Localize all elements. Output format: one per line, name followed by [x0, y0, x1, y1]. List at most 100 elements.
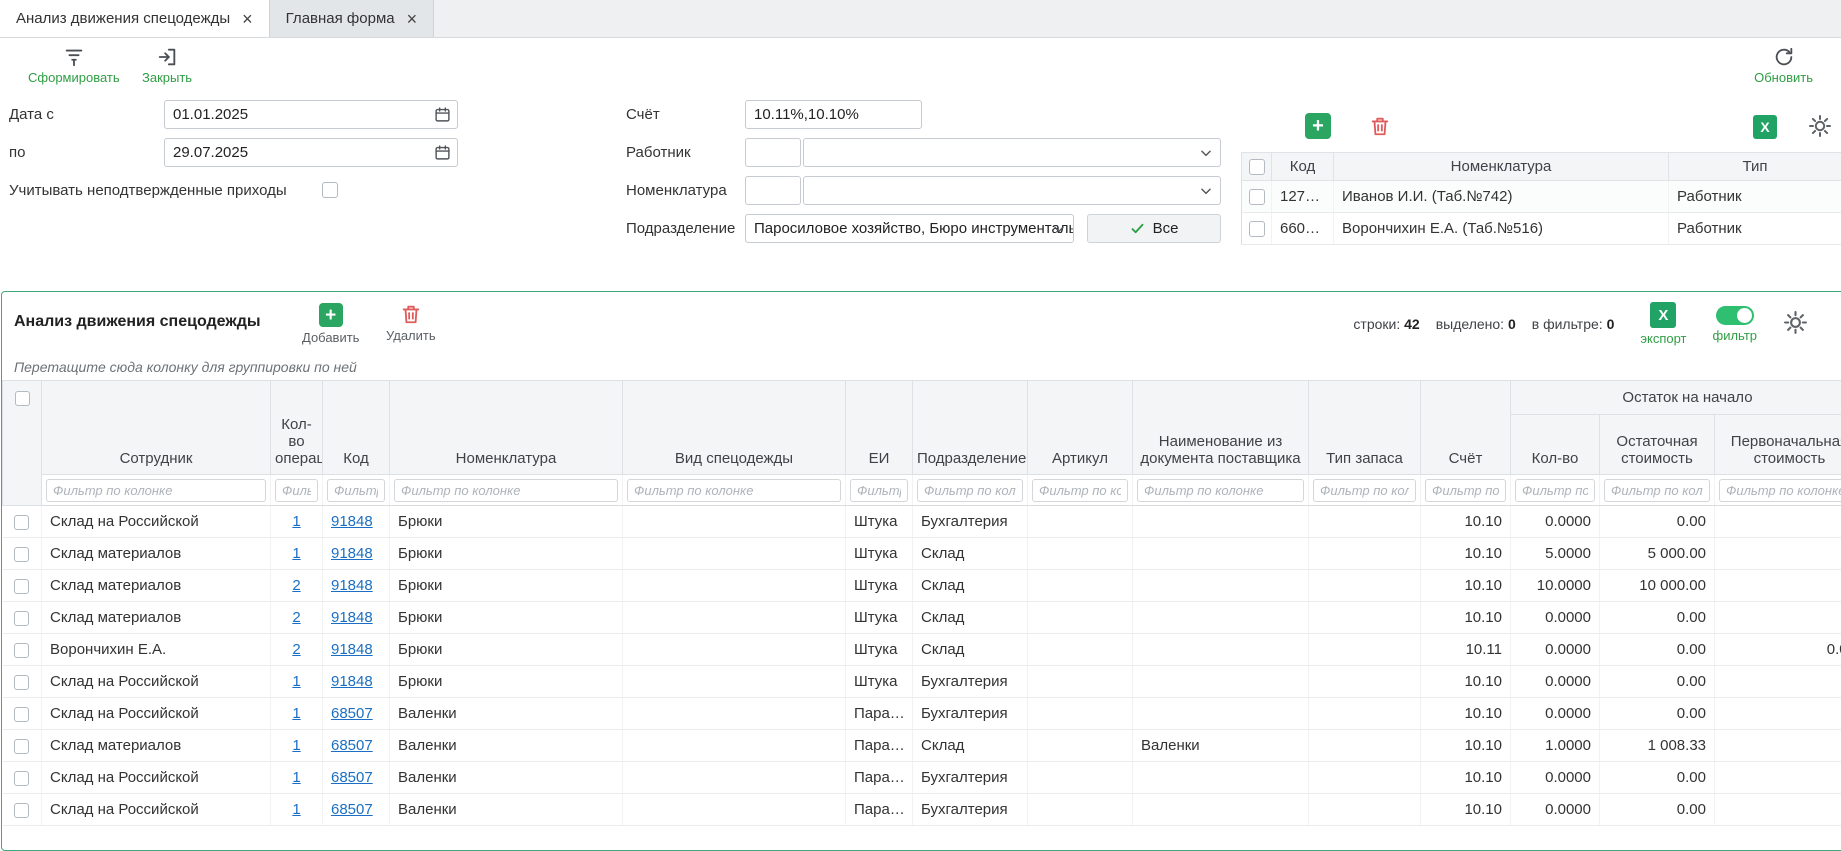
nomenclature-code-input[interactable] — [746, 177, 800, 204]
add-button[interactable]: + — [1305, 113, 1331, 139]
department-select[interactable]: Паросиловое хозяйство, Бюро инструментал… — [745, 214, 1074, 243]
nomenclature-select[interactable] — [803, 176, 1221, 205]
column-header-qty[interactable]: Кол-во — [1511, 415, 1600, 475]
operations-count-link[interactable]: 1 — [292, 545, 300, 562]
tab-main-form[interactable]: Главная форма × — [270, 0, 434, 37]
column-header-nomenclature[interactable]: Номенклатура — [390, 381, 623, 475]
date-from-input[interactable] — [164, 100, 458, 129]
code-link[interactable]: 91848 — [331, 673, 373, 690]
worker-input[interactable] — [804, 139, 1190, 166]
code-link[interactable]: 91848 — [331, 513, 373, 530]
row-checkbox[interactable] — [14, 739, 29, 754]
column-filter-input[interactable] — [1313, 479, 1416, 502]
column-filter-input[interactable] — [850, 479, 908, 502]
column-filter-input[interactable] — [627, 479, 841, 502]
code-link[interactable]: 68507 — [331, 705, 373, 722]
worker-code-input[interactable] — [746, 139, 800, 166]
toggle-on-icon[interactable] — [1716, 306, 1754, 325]
column-filter-input[interactable] — [327, 479, 385, 502]
column-header-stock-type[interactable]: Тип запаса — [1309, 381, 1421, 475]
row-checkbox[interactable] — [14, 803, 29, 818]
column-filter-input[interactable] — [1604, 479, 1710, 502]
code-link[interactable]: 91848 — [331, 545, 373, 562]
row-checkbox[interactable] — [14, 707, 29, 722]
operations-count-link[interactable]: 2 — [292, 609, 300, 626]
grid-delete-button[interactable]: Удалить — [386, 303, 436, 343]
column-header-code[interactable]: Код — [323, 381, 390, 475]
code-link[interactable]: 91848 — [331, 577, 373, 594]
column-header-initial-cost[interactable]: Первоначальная стоимость — [1715, 415, 1841, 475]
gear-icon[interactable] — [1783, 310, 1808, 335]
column-filter-input[interactable] — [1137, 479, 1304, 502]
code-link[interactable]: 68507 — [331, 737, 373, 754]
column-header-code[interactable]: Код — [1272, 153, 1334, 181]
column-header-operations[interactable]: Кол-во операций — [271, 381, 323, 475]
nomenclature-input[interactable] — [804, 177, 1190, 204]
select-all-button[interactable]: Все — [1087, 214, 1221, 243]
operations-count-link[interactable]: 1 — [292, 513, 300, 530]
column-header-workwear-kind[interactable]: Вид спецодежды — [623, 381, 846, 475]
row-checkbox[interactable] — [1249, 189, 1265, 205]
column-header-unit[interactable]: ЕИ — [846, 381, 913, 475]
header-checkbox[interactable] — [15, 391, 30, 406]
column-filter-input[interactable] — [46, 479, 266, 502]
generate-button[interactable]: Сформировать — [28, 46, 120, 85]
grid-filter-toggle[interactable]: фильтр — [1713, 302, 1757, 343]
column-header-type[interactable]: Тип — [1669, 153, 1841, 181]
column-header-supplier-doc-name[interactable]: Наименование из документа поставщика — [1133, 381, 1309, 475]
column-filter-input[interactable] — [394, 479, 618, 502]
column-header-employee[interactable]: Сотрудник — [42, 381, 271, 475]
unconfirmed-checkbox[interactable] — [322, 182, 338, 198]
gear-icon[interactable] — [1808, 114, 1832, 138]
close-form-button[interactable]: Закрыть — [142, 46, 192, 85]
column-header-residual-cost[interactable]: Остаточная стоимость — [1600, 415, 1715, 475]
column-filter-input[interactable] — [275, 479, 318, 502]
tab-close-icon[interactable]: × — [242, 10, 253, 28]
column-header-account[interactable]: Счёт — [1421, 381, 1511, 475]
operations-count-link[interactable]: 1 — [292, 705, 300, 722]
tab-close-icon[interactable]: × — [407, 10, 418, 28]
column-header-nomenclature[interactable]: Номенклатура — [1334, 153, 1669, 181]
row-checkbox[interactable] — [14, 643, 29, 658]
row-checkbox[interactable] — [14, 675, 29, 690]
tab-analysis[interactable]: Анализ движения спецодежды × — [0, 0, 270, 37]
column-header-department[interactable]: Подразделение — [913, 381, 1028, 475]
grid-add-button[interactable]: + Добавить — [302, 303, 359, 345]
operations-count-link[interactable]: 1 — [292, 769, 300, 786]
row-checkbox[interactable] — [14, 547, 29, 562]
operations-count-link[interactable]: 2 — [292, 641, 300, 658]
chevron-down-icon[interactable] — [1199, 146, 1213, 160]
column-filter-input[interactable] — [917, 479, 1023, 502]
code-link[interactable]: 68507 — [331, 769, 373, 786]
row-checkbox[interactable] — [14, 579, 29, 594]
refresh-button[interactable]: Обновить — [1754, 46, 1813, 85]
operations-count-link[interactable]: 1 — [292, 801, 300, 818]
operations-count-link[interactable]: 1 — [292, 673, 300, 690]
chevron-down-icon[interactable] — [1052, 222, 1066, 236]
account-input[interactable] — [745, 100, 922, 129]
row-checkbox[interactable] — [14, 611, 29, 626]
calendar-icon[interactable] — [434, 106, 451, 123]
column-filter-input[interactable] — [1425, 479, 1506, 502]
group-drop-zone[interactable]: Перетащите сюда колонку для группировки … — [2, 354, 1841, 380]
date-to-input[interactable] — [164, 138, 458, 167]
row-checkbox[interactable] — [14, 515, 29, 530]
calendar-icon[interactable] — [434, 144, 451, 161]
column-filter-input[interactable] — [1719, 479, 1841, 502]
worker-select[interactable] — [803, 138, 1221, 167]
row-checkbox[interactable] — [14, 771, 29, 786]
operations-count-link[interactable]: 1 — [292, 737, 300, 754]
code-link[interactable]: 91848 — [331, 609, 373, 626]
delete-trash-icon[interactable] — [1369, 115, 1391, 137]
chevron-down-icon[interactable] — [1199, 184, 1213, 198]
header-checkbox[interactable] — [1249, 159, 1265, 175]
grid-export-button[interactable]: X экспорт — [1640, 302, 1686, 346]
column-header-article[interactable]: Артикул — [1028, 381, 1133, 475]
code-link[interactable]: 91848 — [331, 641, 373, 658]
operations-count-link[interactable]: 2 — [292, 577, 300, 594]
excel-export-button[interactable]: X — [1753, 115, 1777, 139]
row-checkbox[interactable] — [1249, 221, 1265, 237]
column-filter-input[interactable] — [1032, 479, 1128, 502]
column-filter-input[interactable] — [1515, 479, 1595, 502]
code-link[interactable]: 68507 — [331, 801, 373, 818]
